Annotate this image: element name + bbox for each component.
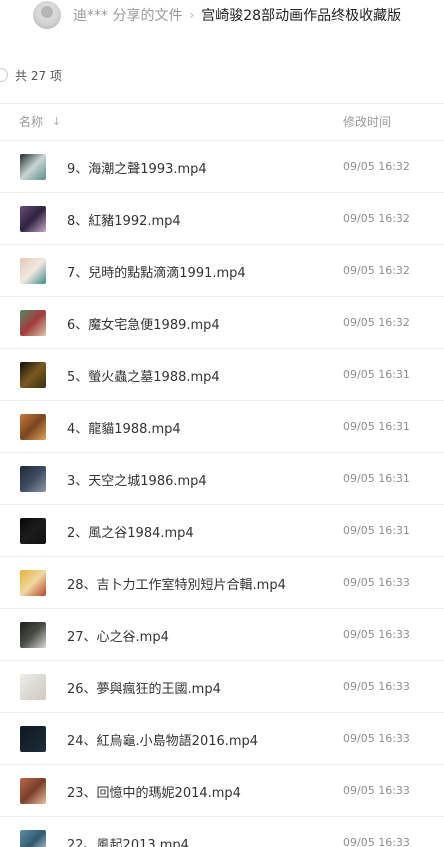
file-row[interactable]: 26、夢與瘋狂的王國.mp4 09/05 16:33 [0, 661, 444, 713]
file-modified-time: 09/05 16:32 [343, 212, 410, 225]
file-name[interactable]: 26、夢與瘋狂的王國.mp4 [67, 678, 221, 697]
name-column-label: 名称 [19, 115, 44, 129]
file-name[interactable]: 22、風起2013.mp4 [67, 834, 189, 847]
file-modified-time: 09/05 16:33 [343, 576, 410, 589]
file-name[interactable]: 7、兒時的點點滴滴1991.mp4 [67, 262, 246, 281]
breadcrumb-sharer-link[interactable]: 迪*** 分享的文件 [73, 5, 182, 25]
file-row[interactable]: 22、風起2013.mp4 09/05 16:33 [0, 817, 444, 847]
file-modified-time: 09/05 16:33 [343, 732, 410, 745]
file-modified-time: 09/05 16:32 [343, 264, 410, 277]
chevron-right-icon: › [189, 8, 195, 22]
video-thumbnail[interactable] [20, 310, 46, 336]
file-name[interactable]: 6、魔女宅急便1989.mp4 [67, 314, 220, 333]
video-thumbnail[interactable] [20, 362, 46, 388]
video-thumbnail[interactable] [20, 466, 46, 492]
file-modified-time: 09/05 16:31 [343, 524, 410, 537]
file-row[interactable]: 6、魔女宅急便1989.mp4 09/05 16:32 [0, 297, 444, 349]
column-header: 名称 ↓ 修改时间 [0, 104, 444, 140]
breadcrumb-current-folder: 宫崎骏28部动画作品终极收藏版 [201, 8, 402, 24]
video-thumbnail[interactable] [20, 206, 46, 232]
file-row[interactable]: 7、兒時的點點滴滴1991.mp4 09/05 16:32 [0, 245, 444, 297]
file-modified-time: 09/05 16:33 [343, 628, 410, 641]
list-summary: 共 27 项 [0, 60, 62, 90]
file-name[interactable]: 5、螢火蟲之墓1988.mp4 [67, 366, 220, 385]
file-name[interactable]: 24、紅烏龜.小島物語2016.mp4 [67, 730, 258, 749]
file-name[interactable]: 3、天空之城1986.mp4 [67, 470, 207, 489]
video-thumbnail[interactable] [20, 258, 46, 284]
file-row[interactable]: 5、螢火蟲之墓1988.mp4 09/05 16:31 [0, 349, 444, 401]
file-row[interactable]: 28、吉卜力工作室特別短片合輯.mp4 09/05 16:33 [0, 557, 444, 609]
video-thumbnail[interactable] [20, 570, 46, 596]
video-thumbnail[interactable] [20, 154, 46, 180]
file-modified-time: 09/05 16:33 [343, 680, 410, 693]
arrow-down-icon[interactable]: ↓ [52, 115, 61, 128]
total-count: 共 27 项 [15, 68, 62, 83]
file-row[interactable]: 8、紅豬1992.mp4 09/05 16:32 [0, 193, 444, 245]
video-thumbnail[interactable] [20, 674, 46, 700]
file-list: 9、海潮之聲1993.mp4 09/05 16:32 8、紅豬1992.mp4 09/… [0, 141, 444, 847]
name-column-header[interactable]: 名称 ↓ [19, 113, 61, 130]
file-row[interactable]: 3、天空之城1986.mp4 09/05 16:31 [0, 453, 444, 505]
video-thumbnail[interactable] [20, 622, 46, 648]
file-row[interactable]: 24、紅烏龜.小島物語2016.mp4 09/05 16:33 [0, 713, 444, 765]
file-name[interactable]: 28、吉卜力工作室特別短片合輯.mp4 [67, 574, 286, 593]
shared-files-page: 迪*** 分享的文件 › 宫崎骏28部动画作品终极收藏版 共 27 项 名称 ↓… [0, 0, 444, 847]
file-modified-time: 09/05 16:32 [343, 160, 410, 173]
file-row[interactable]: 2、風之谷1984.mp4 09/05 16:31 [0, 505, 444, 557]
file-name[interactable]: 2、風之谷1984.mp4 [67, 522, 194, 541]
file-name[interactable]: 8、紅豬1992.mp4 [67, 210, 181, 229]
select-all-checkbox[interactable] [0, 68, 8, 82]
video-thumbnail[interactable] [20, 778, 46, 804]
video-thumbnail[interactable] [20, 830, 46, 847]
file-row[interactable]: 27、心之谷.mp4 09/05 16:33 [0, 609, 444, 661]
file-modified-time: 09/05 16:33 [343, 784, 410, 797]
file-modified-time: 09/05 16:33 [343, 836, 410, 847]
video-thumbnail[interactable] [20, 414, 46, 440]
file-name[interactable]: 9、海潮之聲1993.mp4 [67, 158, 207, 177]
file-modified-time: 09/05 16:31 [343, 368, 410, 381]
modified-time-column-header[interactable]: 修改时间 [343, 113, 391, 130]
file-name[interactable]: 23、回憶中的瑪妮2014.mp4 [67, 782, 241, 801]
file-row[interactable]: 23、回憶中的瑪妮2014.mp4 09/05 16:33 [0, 765, 444, 817]
avatar[interactable] [33, 1, 61, 29]
file-row[interactable]: 4、龍貓1988.mp4 09/05 16:31 [0, 401, 444, 453]
file-modified-time: 09/05 16:31 [343, 472, 410, 485]
video-thumbnail[interactable] [20, 726, 46, 752]
file-name[interactable]: 4、龍貓1988.mp4 [67, 418, 181, 437]
file-name[interactable]: 27、心之谷.mp4 [67, 626, 169, 645]
file-modified-time: 09/05 16:32 [343, 316, 410, 329]
video-thumbnail[interactable] [20, 518, 46, 544]
breadcrumb: 迪*** 分享的文件 › 宫崎骏28部动画作品终极收藏版 [0, 0, 444, 30]
file-modified-time: 09/05 16:31 [343, 420, 410, 433]
file-row[interactable]: 9、海潮之聲1993.mp4 09/05 16:32 [0, 141, 444, 193]
